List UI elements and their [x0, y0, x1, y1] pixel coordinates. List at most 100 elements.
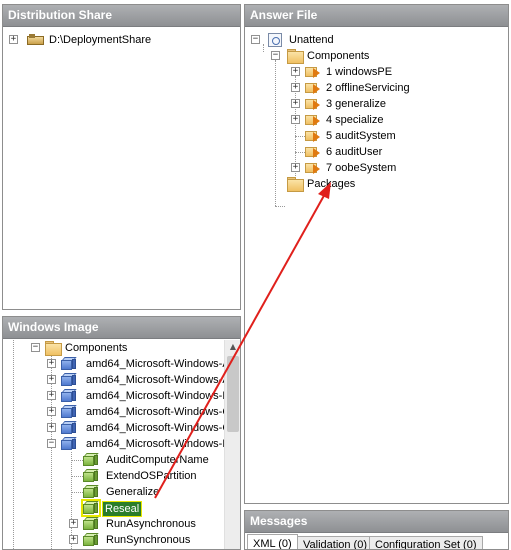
pass-icon [305, 129, 321, 143]
pass-label: 5 auditSystem [326, 130, 396, 142]
expand-icon[interactable]: + [47, 423, 56, 432]
image-components-node[interactable]: − Components [31, 340, 211, 356]
expand-icon[interactable]: + [69, 519, 78, 528]
answer-file-tree: − Unattend − Components + 1 windowsPE + … [245, 28, 508, 503]
image-component-item[interactable]: − amd64_Microsoft-Windows-D [47, 436, 230, 452]
expand-icon[interactable]: + [291, 115, 300, 124]
component-icon [61, 405, 77, 419]
setting-label: RunAsynchronous [106, 518, 196, 530]
unattend-icon [268, 33, 282, 47]
component-icon [61, 389, 77, 403]
expand-icon[interactable]: + [69, 535, 78, 544]
folder-icon [287, 49, 304, 64]
setting-label: Generalize [106, 486, 160, 498]
packages-node[interactable]: Packages [285, 176, 405, 192]
component-label: amd64_Microsoft-Windows-Au [86, 374, 236, 386]
pass-label: 2 offlineServicing [326, 82, 410, 94]
pass-node-5[interactable]: 5 auditSystem [291, 128, 441, 144]
unattend-label: Unattend [289, 34, 334, 46]
component-icon [61, 437, 77, 451]
image-component-item[interactable]: + amd64_Microsoft-Windows-Au [47, 356, 236, 372]
tab-configuration-set[interactable]: Configuration Set (0) [369, 536, 483, 549]
pass-node-3[interactable]: + 3 generalize [291, 96, 441, 112]
expand-icon[interactable]: + [291, 99, 300, 108]
windows-image-pane: Windows Image − Components + amd64_Micro… [2, 316, 241, 550]
deployment-share-label: D:\DeploymentShare [49, 34, 152, 46]
expand-icon[interactable]: + [291, 67, 300, 76]
setting-item[interactable]: Generalize [69, 484, 229, 500]
expand-icon[interactable]: + [47, 359, 56, 368]
pass-label: 1 windowsPE [326, 66, 393, 78]
tab-xml[interactable]: XML (0) [247, 534, 298, 549]
collapse-icon[interactable]: − [271, 51, 280, 60]
expand-icon[interactable]: + [47, 391, 56, 400]
pass-icon [305, 65, 321, 79]
answer-components-label: Components [307, 50, 370, 62]
scroll-up-icon[interactable]: ▲ [225, 340, 240, 354]
expand-icon[interactable]: + [9, 35, 18, 44]
pass-icon [305, 145, 321, 159]
setting-item[interactable]: + RunAsynchronous [69, 516, 229, 532]
pass-icon [305, 113, 321, 127]
setting-icon [83, 533, 99, 547]
pass-node-2[interactable]: + 2 offlineServicing [291, 80, 441, 96]
pass-node-1[interactable]: + 1 windowsPE [291, 64, 441, 80]
pass-icon [305, 81, 321, 95]
component-label: amd64_Microsoft-Windows-Br [86, 390, 234, 402]
pass-node-4[interactable]: + 4 specialize [291, 112, 441, 128]
pass-node-6[interactable]: 6 auditUser [291, 144, 441, 160]
component-icon [61, 373, 77, 387]
image-component-item[interactable]: + amd64_Microsoft-Windows-Au [47, 372, 236, 388]
setting-label: RunSynchronous [106, 534, 191, 546]
setting-icon [83, 517, 99, 531]
expand-icon[interactable]: + [47, 407, 56, 416]
pass-icon [305, 161, 321, 175]
expand-icon[interactable]: + [47, 375, 56, 384]
expand-icon[interactable]: + [291, 163, 300, 172]
messages-tabs: XML (0) Validation (0) Configuration Set… [245, 534, 508, 549]
expand-icon[interactable]: + [291, 83, 300, 92]
windows-image-title: Windows Image [3, 317, 240, 339]
reseal-label: Reseal [102, 501, 143, 517]
setting-icon [83, 485, 99, 499]
messages-title: Messages [245, 511, 508, 533]
setting-label: AuditComputerName [106, 454, 209, 466]
image-component-item[interactable]: + amd64_Microsoft-Windows-Co [47, 404, 236, 420]
collapse-icon[interactable]: − [251, 35, 260, 44]
scroll-thumb[interactable] [227, 356, 239, 432]
packages-label: Packages [307, 178, 356, 190]
distribution-share-title: Distribution Share [3, 5, 240, 27]
setting-item[interactable]: + RunSynchronous [69, 532, 229, 548]
setting-icon [83, 453, 99, 467]
distribution-share-tree: + D:\DeploymentShare [3, 28, 240, 309]
component-label: amd64_Microsoft-Windows-Co [86, 406, 237, 418]
collapse-icon[interactable]: − [47, 439, 56, 448]
setting-item[interactable]: AuditComputerName [69, 452, 229, 468]
pass-label: 3 generalize [326, 98, 386, 110]
pass-label: 7 oobeSystem [326, 162, 397, 174]
setting-label: ExtendOSPartition [106, 470, 197, 482]
unattend-node[interactable]: − Unattend [251, 32, 371, 48]
component-label: amd64_Microsoft-Windows-Co [86, 422, 237, 434]
folder-icon [45, 341, 62, 356]
image-components-label: Components [65, 342, 128, 354]
component-icon [61, 357, 77, 371]
component-label: amd64_Microsoft-Windows-D [86, 438, 231, 450]
component-label: amd64_Microsoft-Windows-Au [86, 358, 236, 370]
setting-item[interactable]: ExtendOSPartition [69, 468, 229, 484]
image-component-item[interactable]: + amd64_Microsoft-Windows-Br [47, 388, 233, 404]
answer-components-node[interactable]: − Components [271, 48, 391, 64]
vertical-scrollbar[interactable]: ▲ [224, 340, 240, 549]
image-component-item[interactable]: + amd64_Microsoft-Windows-Co [47, 420, 236, 436]
pass-node-7[interactable]: + 7 oobeSystem [291, 160, 441, 176]
messages-pane: Messages XML (0) Validation (0) Configur… [244, 510, 509, 550]
deployment-share-node[interactable]: + D:\DeploymentShare [9, 32, 209, 48]
component-icon [61, 421, 77, 435]
tab-validation[interactable]: Validation (0) [297, 536, 373, 549]
windows-image-tree: − Components + amd64_Microsoft-Windows-A… [3, 340, 240, 549]
drive-icon [27, 34, 45, 46]
reseal-item[interactable]: Reseal [69, 499, 229, 517]
answer-file-title: Answer File [245, 5, 508, 27]
setting-icon [83, 469, 99, 483]
collapse-icon[interactable]: − [31, 343, 40, 352]
